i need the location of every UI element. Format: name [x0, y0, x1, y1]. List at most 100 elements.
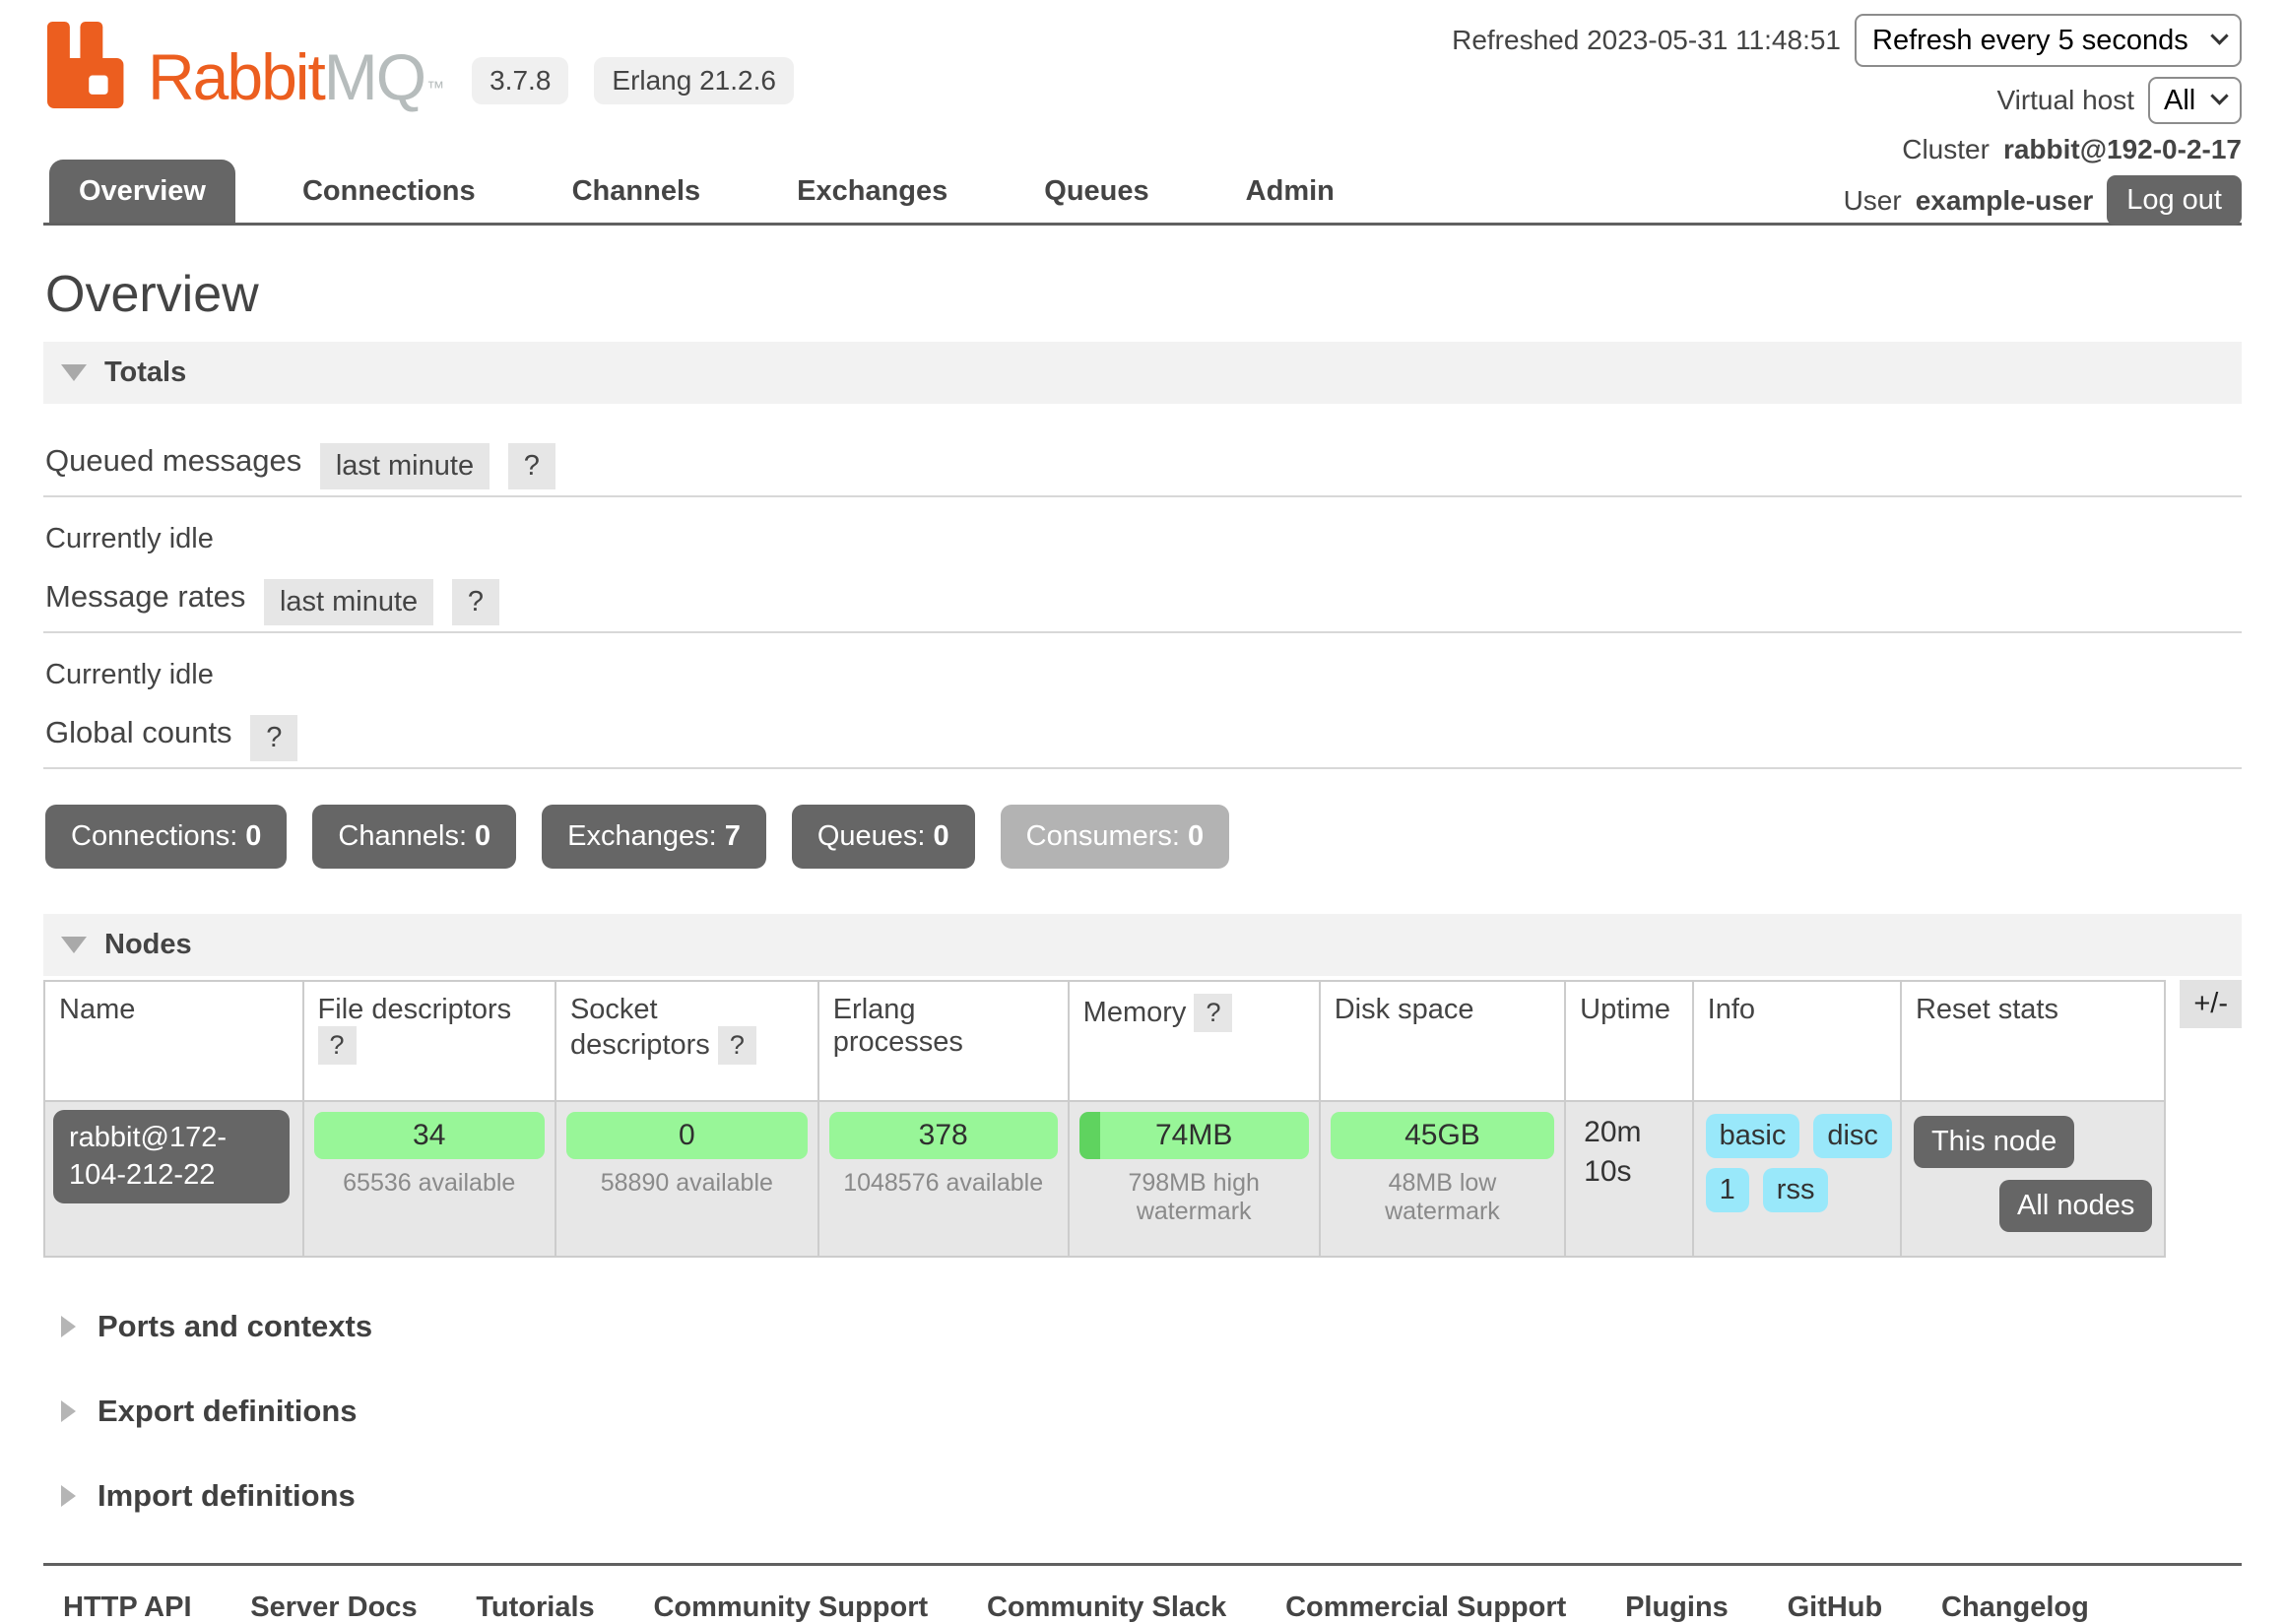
global-counts-heading: Global counts ?: [43, 711, 2242, 769]
collapse-triangle-icon: [61, 364, 87, 381]
message-rates-title: Message rates: [45, 579, 245, 614]
col-header-socket-descriptors: Socket descriptors ?: [555, 981, 818, 1101]
tab-admin[interactable]: Admin: [1216, 160, 1364, 223]
footer-link-community-support[interactable]: Community Support: [653, 1592, 928, 1623]
connections-count-value: 0: [245, 820, 261, 852]
nodes-table-header-row: Name File descriptors ? Socket descripto…: [44, 981, 2165, 1101]
top-right-panel: Refreshed 2023-05-31 11:48:51 Refresh ev…: [1452, 14, 2242, 235]
footer-link-changelog[interactable]: Changelog: [1941, 1592, 2089, 1623]
connections-count-label: Connections:: [71, 820, 237, 852]
wordmark-mq: MQ: [324, 40, 424, 113]
uptime-minutes: 20m: [1574, 1110, 1683, 1149]
reset-all-nodes-button[interactable]: All nodes: [1999, 1180, 2152, 1232]
col-header-reset-stats: Reset stats: [1901, 981, 2165, 1101]
refresh-line: Refreshed 2023-05-31 11:48:51 Refresh ev…: [1452, 14, 2242, 67]
footer-link-http-api[interactable]: HTTP API: [63, 1592, 192, 1623]
virtual-host-label: Virtual host: [1996, 85, 2134, 116]
cluster-name: rabbit@192-0-2-17: [2003, 134, 2242, 165]
reset-this-node-line: This node: [1914, 1116, 2156, 1168]
fd-available-text: 65536 available: [312, 1169, 547, 1198]
refresh-select-wrap: Refresh every 5 seconds: [1855, 14, 2242, 67]
exchanges-count-label: Exchanges:: [567, 820, 717, 852]
user-line: User example-user Log out: [1452, 175, 2242, 226]
queues-count-button[interactable]: Queues:0: [792, 805, 975, 869]
virtual-host-line: Virtual host All: [1452, 77, 2242, 124]
logout-button[interactable]: Log out: [2107, 175, 2242, 226]
col-header-file-descriptors: File descriptors ?: [303, 981, 555, 1101]
rabbitmq-logo[interactable]: RabbitMQ™: [43, 22, 442, 108]
exchanges-count-button[interactable]: Exchanges:7: [542, 805, 766, 869]
user-name: example-user: [1916, 185, 2094, 217]
column-chooser-button[interactable]: +/-: [2180, 980, 2242, 1028]
rates-help-icon[interactable]: ?: [452, 579, 499, 625]
nodes-section-header[interactable]: Nodes: [43, 914, 2242, 976]
expand-triangle-icon: [61, 1400, 76, 1422]
tab-exchanges[interactable]: Exchanges: [767, 160, 977, 223]
memory-usage-bar: 74MB: [1079, 1112, 1309, 1159]
footer-link-tutorials[interactable]: Tutorials: [476, 1592, 594, 1623]
page-title: Overview: [45, 265, 2242, 324]
queued-help-icon[interactable]: ?: [508, 443, 555, 489]
totals-section-title: Totals: [104, 357, 186, 389]
expand-triangle-icon: [61, 1485, 76, 1507]
col-header-uptime: Uptime: [1565, 981, 1692, 1101]
section-import-definitions[interactable]: Import definitions: [43, 1478, 2242, 1514]
col-header-memory: Memory ?: [1069, 981, 1320, 1101]
consumers-count-button[interactable]: Consumers:0: [1001, 805, 1229, 869]
info-badges-line1: basic disc: [1706, 1114, 1892, 1158]
reset-all-nodes-line: All nodes: [1910, 1180, 2152, 1232]
memory-rss-badge: rss: [1763, 1168, 1829, 1212]
reset-this-node-button[interactable]: This node: [1914, 1116, 2074, 1168]
tab-connections[interactable]: Connections: [273, 160, 505, 223]
footer-link-server-docs[interactable]: Server Docs: [250, 1592, 417, 1623]
rabbitmq-overview-page: RabbitMQ™ 3.7.8 Erlang 21.2.6 Refreshed …: [0, 0, 2285, 1351]
section-label: Export definitions: [98, 1394, 358, 1429]
footer-link-plugins[interactable]: Plugins: [1625, 1592, 1729, 1623]
file-descriptors-cell: 34 65536 available: [303, 1101, 555, 1257]
totals-section-header[interactable]: Totals: [43, 342, 2242, 404]
disk-watermark-text: 48MB low watermark: [1329, 1169, 1556, 1226]
footer-link-github[interactable]: GitHub: [1788, 1592, 1883, 1623]
col-header-erlang-processes: Erlang processes: [818, 981, 1069, 1101]
connections-count-button[interactable]: Connections:0: [45, 805, 287, 869]
node-name-cell: rabbit@172-104-212-22: [44, 1101, 303, 1257]
uptime-cell: 20m 10s: [1565, 1101, 1692, 1257]
nodes-table-wrap: Name File descriptors ? Socket descripto…: [43, 980, 2242, 1258]
footer-link-commercial-support[interactable]: Commercial Support: [1285, 1592, 1566, 1623]
memory-watermark-text: 798MB high watermark: [1077, 1169, 1311, 1226]
socket-descriptors-cell: 0 58890 available: [555, 1101, 818, 1257]
section-ports-and-contexts[interactable]: Ports and contexts: [43, 1309, 2242, 1344]
tab-queues[interactable]: Queues: [1014, 160, 1178, 223]
footer-link-community-slack[interactable]: Community Slack: [987, 1592, 1226, 1623]
consumers-count-value: 0: [1188, 820, 1204, 852]
section-export-definitions[interactable]: Export definitions: [43, 1394, 2242, 1429]
queued-range-badge[interactable]: last minute: [320, 443, 490, 489]
sd-help-icon[interactable]: ?: [718, 1026, 756, 1065]
queued-messages-title: Queued messages: [45, 443, 301, 478]
file-descriptors-label: File descriptors: [318, 994, 512, 1025]
global-counts-help-icon[interactable]: ?: [250, 715, 297, 761]
rates-range-badge[interactable]: last minute: [264, 579, 433, 625]
refresh-interval-select[interactable]: Refresh every 5 seconds: [1855, 14, 2242, 67]
tab-channels[interactable]: Channels: [543, 160, 731, 223]
disk-usage-bar: 45GB: [1331, 1112, 1554, 1159]
memory-help-icon[interactable]: ?: [1194, 994, 1232, 1032]
version-badges: 3.7.8 Erlang 21.2.6: [472, 57, 794, 104]
rabbitmq-icon: [43, 22, 138, 108]
consumers-count-label: Consumers:: [1026, 820, 1180, 852]
col-header-disk-space: Disk space: [1320, 981, 1565, 1101]
nodes-section-title: Nodes: [104, 929, 192, 961]
node-type-disc-badge: disc: [1813, 1114, 1892, 1158]
section-label: Import definitions: [98, 1478, 356, 1514]
queued-idle-status: Currently idle: [45, 523, 2242, 555]
channels-count-button[interactable]: Channels:0: [312, 805, 516, 869]
exchanges-count-value: 7: [725, 820, 741, 852]
virtual-host-select[interactable]: All: [2148, 77, 2242, 124]
sd-available-text: 58890 available: [564, 1169, 810, 1198]
fd-help-icon[interactable]: ?: [318, 1026, 357, 1065]
proc-usage-bar: 378: [829, 1112, 1058, 1159]
erlang-processes-cell: 378 1048576 available: [818, 1101, 1069, 1257]
node-name-badge[interactable]: rabbit@172-104-212-22: [53, 1110, 290, 1203]
socket-descriptors-label: Socket descriptors: [570, 994, 710, 1061]
tab-overview[interactable]: Overview: [49, 160, 235, 223]
